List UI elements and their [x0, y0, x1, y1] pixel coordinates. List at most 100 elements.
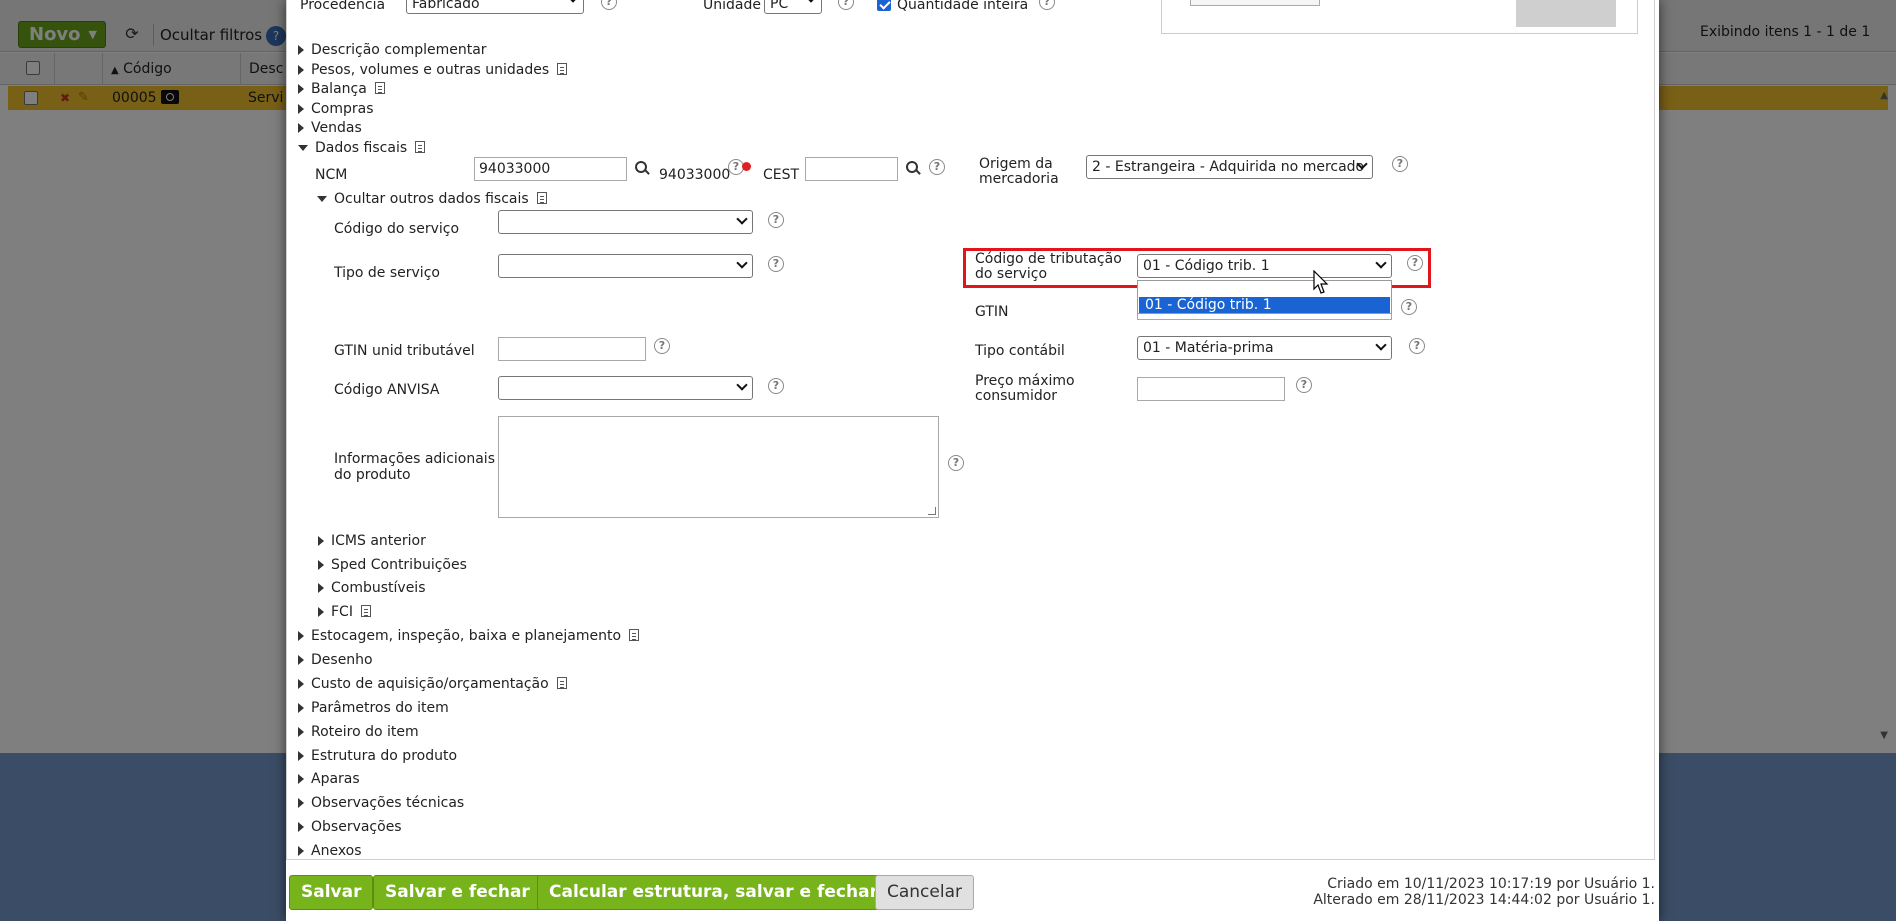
help-icon[interactable]: ? [1409, 338, 1425, 354]
codigo-servico-select[interactable] [498, 210, 753, 234]
help-icon[interactable]: ? [654, 338, 670, 354]
section-desenho[interactable]: Desenho [298, 651, 373, 669]
section-sped[interactable]: Sped Contribuições [318, 556, 467, 574]
expand-icon [298, 751, 304, 761]
section-label: Parâmetros do item [311, 700, 449, 716]
help-icon[interactable]: ? [838, 0, 854, 10]
expand-icon [318, 536, 324, 546]
gtin-unid-label: GTIN unid tributável [334, 343, 475, 359]
section-label: Estocagem, inspeção, baixa e planejament… [311, 628, 622, 644]
section-parametros[interactable]: Parâmetros do item [298, 699, 449, 717]
save-button[interactable]: Salvar [289, 875, 374, 910]
cest-input[interactable] [805, 157, 898, 181]
gtin-unid-input[interactable] [498, 337, 646, 361]
help-icon[interactable]: ? [1392, 156, 1408, 172]
document-icon [629, 629, 640, 641]
search-icon[interactable] [634, 160, 650, 176]
section-balanca[interactable]: Balança [298, 80, 385, 98]
collapse-icon [298, 145, 308, 151]
hide-other-fiscal-toggle[interactable]: Ocultar outros dados fiscais [317, 190, 547, 208]
error-badge-icon [742, 162, 751, 171]
section-dados-fiscais[interactable]: Dados fiscais [298, 139, 426, 157]
tipo-servico-label: Tipo de serviço [334, 265, 440, 281]
chevron-down-icon [1375, 339, 1387, 351]
tipo-servico-select[interactable] [498, 254, 753, 278]
ncm-display: 94033000 [659, 167, 731, 183]
section-descricao-complementar[interactable]: Descrição complementar [298, 41, 487, 59]
save-close-button[interactable]: Salvar e fechar [373, 875, 542, 910]
ncm-input[interactable]: 94033000 [474, 157, 627, 181]
section-label: Vendas [311, 120, 362, 136]
help-icon[interactable]: ? [601, 0, 617, 10]
section-label: Descrição complementar [311, 42, 487, 58]
expand-icon [298, 703, 304, 713]
section-label: Anexos [311, 843, 362, 859]
expand-icon [318, 583, 324, 593]
section-label: Custo de aquisição/orçamentação [311, 676, 549, 692]
trib-dropdown-option[interactable]: 01 - Código trib. 1 [1139, 297, 1390, 313]
help-icon[interactable]: ? [768, 256, 784, 272]
section-custo-aquisicao[interactable]: Custo de aquisição/orçamentação [298, 675, 567, 693]
image-upload-button[interactable] [1190, 0, 1320, 6]
expand-icon [298, 822, 304, 832]
info-label: Informações adicionais do produto [334, 451, 495, 483]
help-icon[interactable]: ? [948, 455, 964, 471]
expand-icon [298, 631, 304, 641]
section-label: Desenho [311, 652, 373, 668]
section-estocagem[interactable]: Estocagem, inspeção, baixa e planejament… [298, 627, 640, 645]
expand-icon [318, 607, 324, 617]
form-area: Procedência Fabricado ? Unidade PC ? Qua… [286, 0, 1655, 860]
document-icon [536, 192, 547, 204]
origem-label: Origem da mercadoria [979, 157, 1059, 187]
quantidade-inteira-checkbox[interactable] [877, 0, 891, 15]
document-icon [360, 605, 371, 617]
section-estrutura[interactable]: Estrutura do produto [298, 747, 457, 765]
section-anexos[interactable]: Anexos [298, 842, 362, 859]
help-icon[interactable]: ? [768, 378, 784, 394]
expand-icon [298, 45, 304, 55]
section-label: Aparas [311, 771, 360, 787]
help-icon[interactable]: ? [768, 212, 784, 228]
info-textarea[interactable] [498, 416, 939, 518]
section-vendas[interactable]: Vendas [298, 119, 362, 137]
section-pesos-volumes[interactable]: Pesos, volumes e outras unidades [298, 61, 568, 79]
gtin-label: GTIN [975, 304, 1009, 320]
section-icms-anterior[interactable]: ICMS anterior [318, 532, 426, 550]
procedencia-value: Fabricado [412, 0, 480, 12]
help-icon[interactable]: ? [929, 159, 945, 175]
chevron-down-icon [736, 257, 748, 269]
tipo-contabil-select[interactable]: 01 - Matéria-prima [1137, 336, 1392, 360]
anvisa-select[interactable] [498, 376, 753, 400]
section-compras[interactable]: Compras [298, 100, 374, 118]
expand-icon [298, 774, 304, 784]
search-icon[interactable] [905, 160, 921, 176]
section-aparas[interactable]: Aparas [298, 770, 360, 788]
preco-label-line1: Preço máximo [975, 373, 1075, 389]
help-icon[interactable]: ? [1039, 0, 1055, 10]
collapse-icon [317, 196, 327, 202]
chevron-down-icon [805, 0, 817, 3]
origem-select[interactable]: 2 - Estrangeira - Adquirida no mercado [1086, 155, 1373, 179]
expand-icon [298, 123, 304, 133]
calc-save-close-button[interactable]: Calcular estrutura, salvar e fechar [537, 875, 890, 910]
unidade-select[interactable]: PC [764, 0, 822, 14]
unidade-label: Unidade [703, 0, 761, 13]
help-icon[interactable]: ? [1401, 299, 1417, 315]
preco-input[interactable] [1137, 377, 1285, 401]
document-icon [556, 677, 567, 689]
origem-value: 2 - Estrangeira - Adquirida no mercado [1092, 159, 1365, 175]
cancel-button[interactable]: Cancelar [875, 875, 974, 910]
section-label: Observações técnicas [311, 795, 465, 811]
tipo-contabil-label: Tipo contábil [975, 343, 1065, 359]
section-label: Dados fiscais [315, 140, 408, 156]
section-observacoes[interactable]: Observações [298, 818, 402, 836]
ncm-label: NCM [315, 167, 348, 183]
section-combustiveis[interactable]: Combustíveis [318, 579, 426, 597]
help-icon[interactable]: ? [1296, 377, 1312, 393]
expand-icon [298, 84, 304, 94]
section-roteiro[interactable]: Roteiro do item [298, 723, 419, 741]
procedencia-select[interactable]: Fabricado [406, 0, 584, 14]
section-observacoes-tecnicas[interactable]: Observações técnicas [298, 794, 464, 812]
section-fci[interactable]: FCI [318, 603, 371, 621]
info-label-line2: do produto [334, 467, 411, 483]
